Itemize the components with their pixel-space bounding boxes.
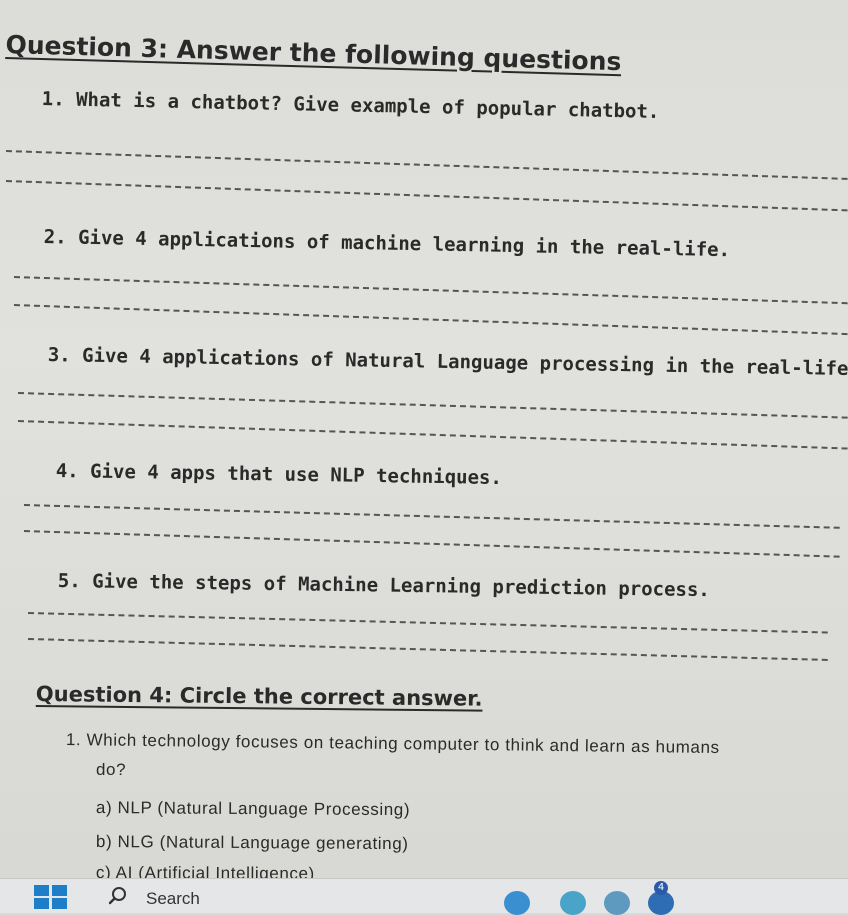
taskbar-search-label[interactable]: Search bbox=[146, 889, 200, 909]
app-icon[interactable] bbox=[604, 891, 630, 915]
answer-line bbox=[23, 504, 840, 529]
answer-line bbox=[23, 530, 840, 558]
taskbar: Search 4 bbox=[0, 878, 848, 915]
answer-line bbox=[17, 420, 848, 450]
app-icon[interactable] bbox=[504, 891, 530, 915]
question-3-item-4: 4. Give 4 apps that use NLP techniques. bbox=[55, 460, 503, 490]
answer-line bbox=[17, 392, 848, 419]
photographed-worksheet: Question 3: Answer the following questio… bbox=[0, 0, 848, 878]
question-3-item-3: 3. Give 4 applications of Natural Langua… bbox=[47, 344, 848, 381]
option-b: b) NLG (Natural Language generating) bbox=[95, 832, 409, 854]
answer-line bbox=[5, 180, 848, 212]
app-icon[interactable] bbox=[560, 891, 586, 915]
question-3-title: Question 3: Answer the following questio… bbox=[5, 30, 622, 77]
question-4-prompt-line-2: do? bbox=[96, 760, 127, 779]
question-4-title: Question 4: Circle the correct answer. bbox=[35, 682, 483, 711]
answer-line bbox=[13, 304, 848, 336]
answer-line bbox=[5, 150, 848, 180]
answer-line bbox=[27, 612, 828, 634]
question-3-item-5: 5. Give the steps of Machine Learning pr… bbox=[57, 570, 710, 602]
search-icon[interactable] bbox=[108, 886, 128, 906]
question-3-item-1: 1. What is a chatbot? Give example of po… bbox=[41, 88, 660, 123]
answer-line bbox=[27, 638, 828, 661]
question-4-prompt-line-1: 1. Which technology focuses on teaching … bbox=[65, 730, 720, 757]
notification-badge: 4 bbox=[654, 881, 668, 895]
option-a: a) NLP (Natural Language Processing) bbox=[95, 798, 411, 820]
question-3-item-2: 2. Give 4 applications of machine learni… bbox=[43, 226, 731, 262]
option-c: c) AI (Artificial Intelligence) bbox=[95, 863, 315, 878]
windows-start-icon[interactable] bbox=[34, 885, 68, 909]
answer-line bbox=[13, 276, 848, 305]
